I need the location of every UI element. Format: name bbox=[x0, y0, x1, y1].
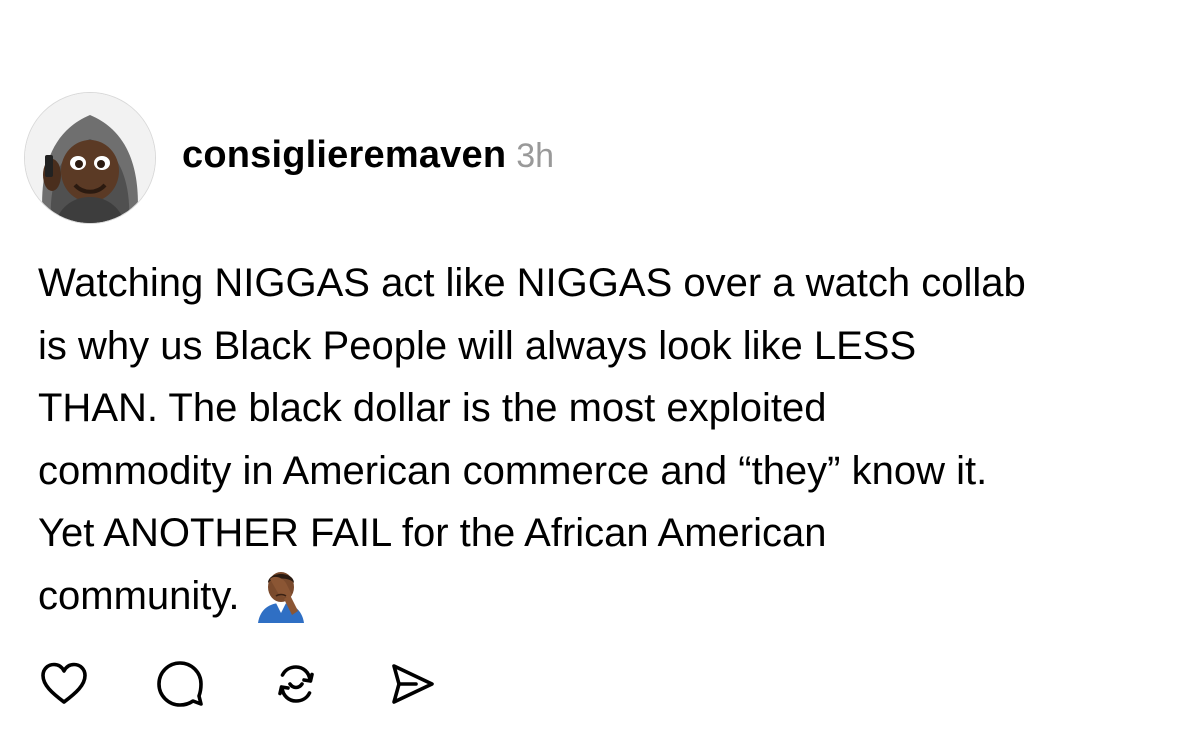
send-icon bbox=[392, 664, 434, 704]
post-text-last-line: community. bbox=[38, 565, 1178, 628]
post-text: Watching NIGGAS act like NIGGAS over a w… bbox=[38, 252, 1178, 627]
post-card: consiglieremaven 3h Watching NIGGAS act … bbox=[0, 0, 1200, 746]
post-text-line: Watching NIGGAS act like NIGGAS over a w… bbox=[38, 261, 1026, 305]
repost-icon bbox=[278, 665, 314, 703]
heart-icon bbox=[41, 662, 87, 704]
post-header: consiglieremaven 3h bbox=[24, 92, 554, 224]
post-text-line: commodity in American commerce and “they… bbox=[38, 448, 988, 493]
man-facepalming-emoji bbox=[252, 565, 310, 623]
comment-bubble-icon bbox=[157, 661, 203, 707]
post-text-line: THAN. The black dollar is the most explo… bbox=[38, 386, 827, 430]
post-text-line: community. bbox=[38, 573, 240, 618]
post-timestamp: 3h bbox=[516, 136, 555, 175]
post-actions bbox=[36, 656, 500, 712]
post-meta: consiglieremaven 3h bbox=[182, 134, 554, 177]
username[interactable]: consiglieremaven bbox=[182, 134, 506, 177]
post-text-line: Yet ANOTHER FAIL for the African America… bbox=[38, 511, 827, 555]
avatar[interactable] bbox=[24, 92, 156, 224]
like-button[interactable] bbox=[36, 656, 92, 712]
repost-button[interactable] bbox=[268, 656, 324, 712]
reply-button[interactable] bbox=[152, 656, 208, 712]
share-button[interactable] bbox=[384, 656, 440, 712]
avatar-image bbox=[25, 93, 155, 223]
post-text-line: is why us Black People will always look … bbox=[38, 323, 917, 368]
